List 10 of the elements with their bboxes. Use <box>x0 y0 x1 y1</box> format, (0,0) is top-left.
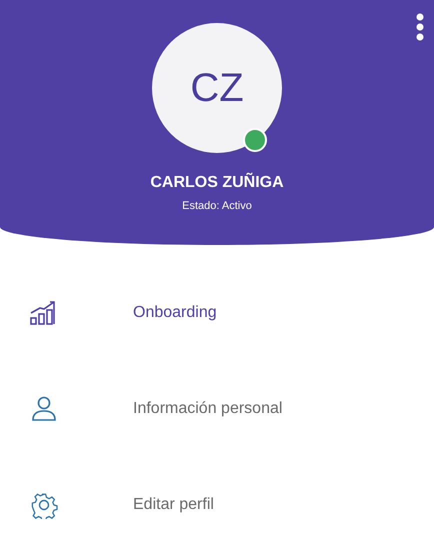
menu-item[interactable]: Onboarding <box>133 304 217 322</box>
growth-chart-icon <box>30 300 58 326</box>
user-name: CARLOS ZUÑIGA <box>150 174 284 192</box>
more-options-icon[interactable] <box>416 13 424 41</box>
menu-item[interactable]: Información personal <box>133 400 282 418</box>
user-status: Estado: Activo <box>182 200 252 212</box>
menu-item[interactable]: Editar perfil <box>133 496 214 514</box>
settings-icon <box>30 491 58 519</box>
avatar-initials: CZ <box>190 66 244 110</box>
person-icon <box>30 396 58 422</box>
